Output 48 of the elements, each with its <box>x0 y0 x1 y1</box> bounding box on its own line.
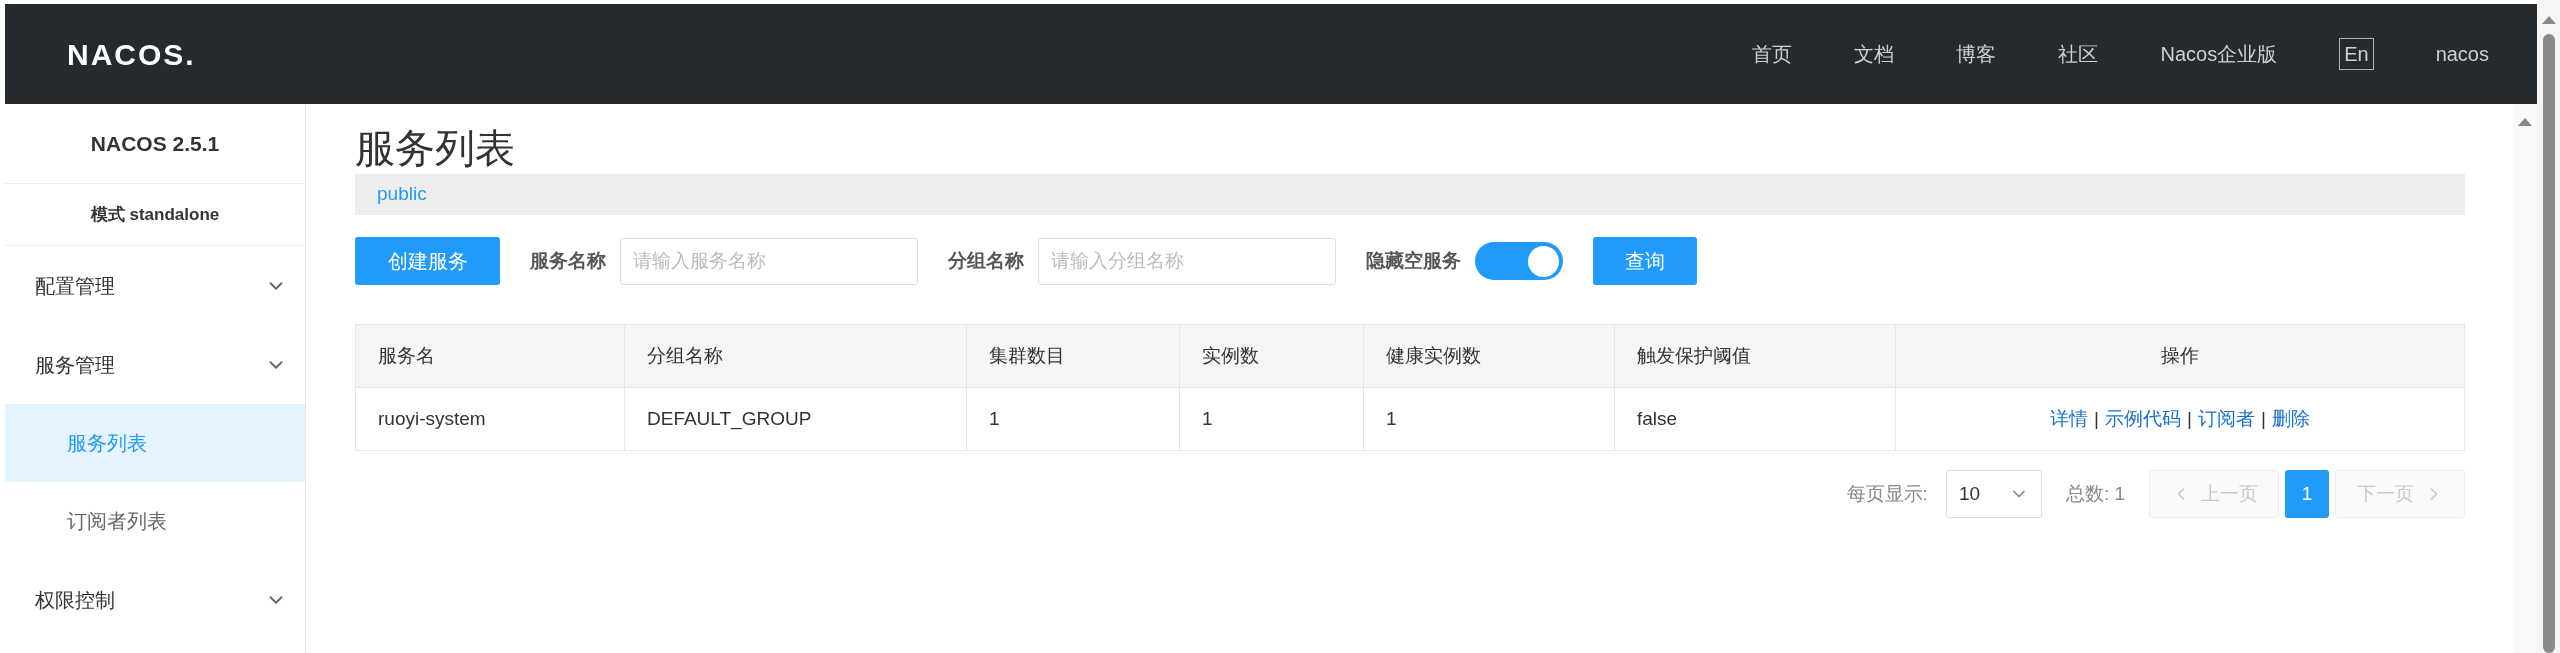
page-title: 服务列表 <box>355 125 516 172</box>
action-link[interactable]: 详情 <box>2050 404 2089 434</box>
group-name-input[interactable]: 请输入分组名称 <box>1038 237 1336 285</box>
column-header: 健康实例数 <box>1386 343 1481 368</box>
nacos-logo[interactable]: NACOS. <box>67 31 196 77</box>
inner-scrollbar[interactable] <box>2513 104 2537 653</box>
column-header: 服务名 <box>378 343 435 368</box>
nav-link[interactable]: 社区 <box>2058 39 2099 69</box>
column-header: 分组名称 <box>647 343 723 368</box>
service-name-input[interactable]: 请输入服务名称 <box>620 237 918 285</box>
total-count: 总数: 1 <box>2065 481 2125 506</box>
page-size-label: 每页显示: <box>1846 481 1928 506</box>
menu-group[interactable]: 配置管理 <box>5 246 305 325</box>
action-link[interactable]: 示例代码 <box>2105 404 2182 434</box>
scrollbar-thumb[interactable] <box>2542 34 2555 653</box>
table-cell-text: ruoyi-system <box>378 406 486 431</box>
mode-label: 模式 standalone <box>90 203 220 226</box>
table-cell-text: 1 <box>1202 406 1213 431</box>
nav-link[interactable]: 文档 <box>1854 39 1895 69</box>
field-label: 分组名称 <box>948 248 1024 273</box>
table-cell-text: DEFAULT_GROUP <box>647 406 812 432</box>
separator: | <box>2094 406 2100 431</box>
action-link[interactable]: 订阅者 <box>2197 404 2255 434</box>
language-button[interactable]: En <box>2339 38 2374 70</box>
scroll-up-icon[interactable] <box>2541 16 2556 24</box>
column-header: 操作 <box>2161 343 2199 368</box>
table-cell-text: 1 <box>1386 406 1397 431</box>
column-header: 集群数目 <box>989 343 1065 368</box>
separator: | <box>2187 406 2192 431</box>
table-cell-text: 1 <box>989 406 1000 431</box>
nav-link[interactable]: Nacos企业版 <box>2160 39 2278 69</box>
menu-group[interactable]: 权限控制 <box>5 560 305 639</box>
menu-item[interactable]: 订阅者列表 <box>5 482 305 560</box>
menu-group[interactable]: 服务管理 <box>5 325 305 404</box>
column-header: 实例数 <box>1202 343 1259 368</box>
nav-link[interactable]: 首页 <box>1752 39 1793 69</box>
field-label: 服务名称 <box>530 248 606 273</box>
scroll-up-icon[interactable] <box>2518 118 2532 126</box>
nav-link[interactable]: 博客 <box>1956 39 1997 69</box>
nav-link[interactable]: nacos <box>2435 39 2489 69</box>
hide-empty-switch[interactable] <box>1475 242 1563 280</box>
column-header: 触发保护阈值 <box>1637 343 1751 368</box>
toggle-label: 隐藏空服务 <box>1366 248 1461 273</box>
action-link[interactable]: 删除 <box>2271 404 2310 434</box>
separator: | <box>2260 406 2266 431</box>
sidebar-title: NACOS 2.5.1 <box>90 130 220 157</box>
table-cell-text: false <box>1637 406 1678 431</box>
page-size-select[interactable]: 10 <box>1945 470 2042 518</box>
